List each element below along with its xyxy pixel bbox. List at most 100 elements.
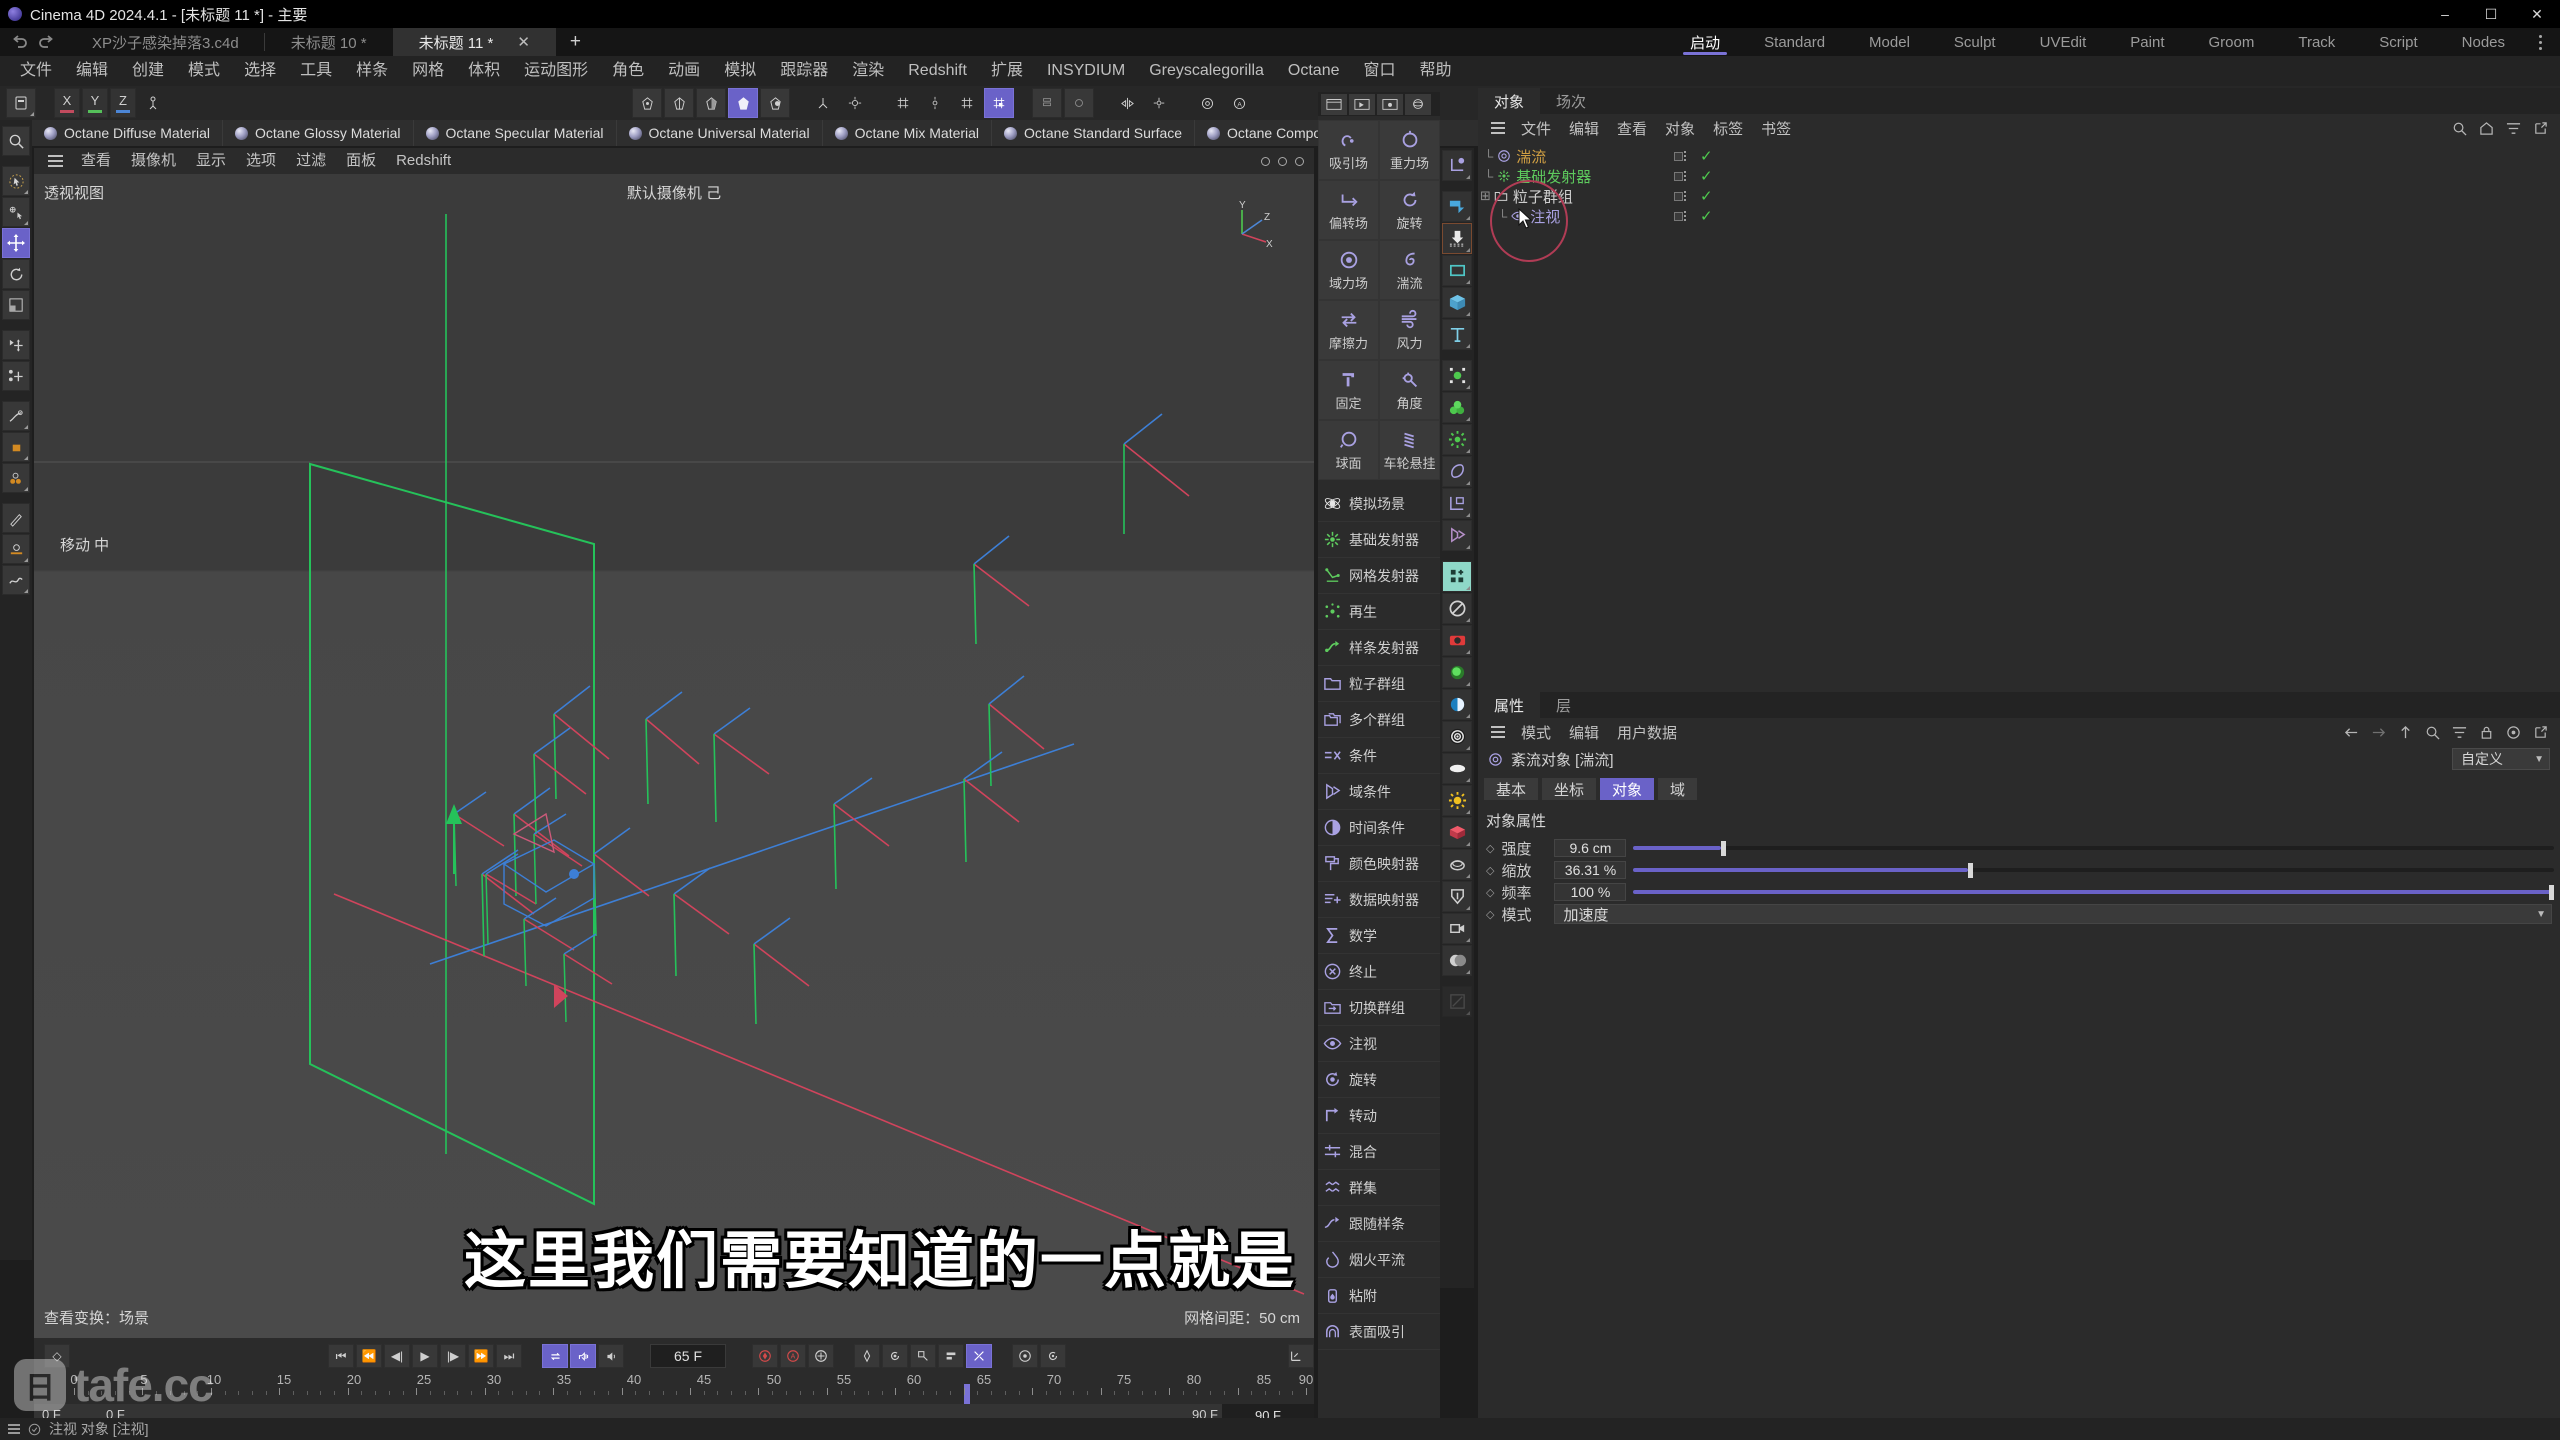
- mograph-cloner-icon[interactable]: [1442, 360, 1472, 391]
- material-chip-standard-surface[interactable]: Octane Standard Surface: [992, 120, 1196, 146]
- viewport-menu-redshift[interactable]: Redshift: [386, 148, 461, 174]
- object-enabled-check[interactable]: ✓: [1700, 147, 1713, 165]
- object-row-look-at[interactable]: └ 注视 ✓: [1478, 206, 2560, 226]
- move-tool-icon[interactable]: [2, 228, 30, 258]
- strength-input[interactable]: 9.6 cm: [1554, 839, 1627, 857]
- layout-tab-model[interactable]: Model: [1847, 28, 1932, 56]
- material-chip-mix[interactable]: Octane Mix Material: [823, 120, 993, 146]
- filter-icon[interactable]: [2452, 725, 2467, 740]
- param-key-button[interactable]: [938, 1344, 964, 1368]
- keyframe-record-diamond-icon[interactable]: ◇: [44, 1344, 70, 1368]
- null-object-icon[interactable]: [1442, 593, 1472, 624]
- xp-item-particle-group[interactable]: 粒子群组: [1318, 666, 1440, 702]
- axis-cube-icon[interactable]: [1442, 488, 1472, 519]
- xp-field-angle[interactable]: 角度: [1379, 360, 1440, 420]
- layout-tab-script[interactable]: Script: [2357, 28, 2439, 56]
- xp-item-color-mapper[interactable]: 颜色映射器: [1318, 846, 1440, 882]
- keyframe-selection-button[interactable]: [808, 1344, 834, 1368]
- pla-key-button[interactable]: [966, 1344, 992, 1368]
- collider-icon[interactable]: [1442, 881, 1472, 912]
- world-axis-move-icon[interactable]: [2, 330, 30, 360]
- layer-toggle-button[interactable]: [1064, 88, 1094, 118]
- xp-item-spline-emitter[interactable]: 样条发射器: [1318, 630, 1440, 666]
- target-icon[interactable]: [2506, 725, 2521, 740]
- parent-child-icon[interactable]: [1442, 150, 1472, 181]
- field-object-icon[interactable]: [1442, 520, 1472, 551]
- xp-field-fixed[interactable]: 固定: [1318, 360, 1379, 420]
- layout-overflow-icon[interactable]: [2527, 28, 2554, 56]
- sculpt-smooth-icon[interactable]: [2, 565, 30, 595]
- xp-item-blend[interactable]: 混合: [1318, 1134, 1440, 1170]
- xp-cache-icon[interactable]: [1349, 93, 1375, 115]
- om-menu-file[interactable]: 文件: [1512, 118, 1560, 139]
- point-level-animation-button[interactable]: [1012, 1344, 1038, 1368]
- menu-simulate[interactable]: 模拟: [712, 56, 768, 86]
- undo-icon[interactable]: [10, 32, 30, 52]
- rotate-tool-icon[interactable]: [2, 259, 30, 289]
- object-axis-move-icon[interactable]: [2, 361, 30, 391]
- prop-tab-basic[interactable]: 基本: [1484, 778, 1539, 800]
- snap-settings-button[interactable]: [920, 88, 950, 118]
- motion-camera-icon[interactable]: [1442, 913, 1472, 944]
- deposit-icon[interactable]: [1442, 223, 1472, 254]
- tree-expander[interactable]: ⊞: [1478, 188, 1491, 204]
- layout-tab-track[interactable]: Track: [2276, 28, 2357, 56]
- polygon-mode-button[interactable]: [696, 88, 726, 118]
- object-row-basic-emitter[interactable]: └ 基础发射器 ✓: [1478, 166, 2560, 186]
- timeline-ruler[interactable]: 0 5 10 15 20 25 30 35 40 45 50 55 60 65 …: [34, 1372, 1314, 1404]
- mograph-effector-icon[interactable]: [1442, 424, 1472, 455]
- menu-insydium[interactable]: INSYDIUM: [1035, 56, 1137, 86]
- layout-tab-groom[interactable]: Groom: [2187, 28, 2277, 56]
- spline-pen-icon[interactable]: [2, 401, 30, 431]
- om-menu-objects[interactable]: 对象: [1656, 118, 1704, 139]
- scale-input[interactable]: 36.31 %: [1554, 861, 1627, 879]
- environment-icon[interactable]: [1442, 721, 1472, 752]
- texture-mode-button[interactable]: [760, 88, 790, 118]
- xp-field-spherical[interactable]: 球面: [1318, 420, 1379, 480]
- quantize-button[interactable]: [984, 88, 1014, 118]
- cube-primitive-icon[interactable]: [2, 432, 30, 462]
- layer-visibility-button[interactable]: [1032, 88, 1062, 118]
- paint-tool-icon[interactable]: [2, 534, 30, 564]
- attr-menu-mode[interactable]: 模式: [1512, 722, 1560, 743]
- loop-playback-button[interactable]: [542, 1344, 568, 1368]
- axis-x-button[interactable]: X: [54, 88, 80, 118]
- object-dots-icon[interactable]: [1684, 191, 1686, 201]
- menu-redshift[interactable]: Redshift: [896, 56, 979, 86]
- document-tab-1[interactable]: 未标题 10 *: [265, 28, 393, 56]
- menu-tools[interactable]: 工具: [288, 56, 344, 86]
- edge-mode-button[interactable]: [664, 88, 694, 118]
- object-row-turbulence[interactable]: └ 湍流 ✓: [1478, 146, 2560, 166]
- boole-icon[interactable]: [1442, 945, 1472, 976]
- menu-spline[interactable]: 样条: [344, 56, 400, 86]
- text-object-icon[interactable]: [1442, 319, 1472, 350]
- record-keyframe-button[interactable]: [752, 1344, 778, 1368]
- new-document-button[interactable]: +: [556, 28, 595, 56]
- popout-icon[interactable]: [2533, 725, 2548, 740]
- object-row-particle-group[interactable]: ⊞ 粒子群组 ✓: [1478, 186, 2560, 206]
- attr-menu-edit[interactable]: 编辑: [1560, 722, 1608, 743]
- xp-item-multi-group[interactable]: 多个群组: [1318, 702, 1440, 738]
- tab-takes[interactable]: 场次: [1540, 88, 1602, 114]
- search-icon[interactable]: [2452, 121, 2467, 136]
- sun-light-icon[interactable]: [1442, 785, 1472, 816]
- material-chip-glossy[interactable]: Octane Glossy Material: [223, 120, 414, 146]
- move-select-tool-icon[interactable]: [2, 197, 30, 227]
- object-mode-button[interactable]: [6, 88, 36, 118]
- object-enabled-check[interactable]: ✓: [1700, 187, 1713, 205]
- point-mode-button[interactable]: [632, 88, 662, 118]
- autokey-button[interactable]: A: [780, 1344, 806, 1368]
- strength-slider[interactable]: [1633, 839, 2554, 857]
- xp-item-change-group[interactable]: 切换群组: [1318, 990, 1440, 1026]
- object-enabled-check[interactable]: ✓: [1700, 207, 1713, 225]
- viewport-solo-icon[interactable]: [1261, 156, 1270, 166]
- xp-item-follow-spline[interactable]: 跟随样条: [1318, 1206, 1440, 1242]
- xp-item-flock[interactable]: 群集: [1318, 1170, 1440, 1206]
- close-button[interactable]: ✕: [2514, 0, 2560, 28]
- object-dots-icon[interactable]: [1684, 151, 1686, 161]
- current-frame-field[interactable]: 65 F: [650, 1344, 726, 1368]
- volume-object-icon[interactable]: [1442, 817, 1472, 848]
- lock-icon[interactable]: [2479, 725, 2494, 740]
- menu-mesh[interactable]: 网格: [400, 56, 456, 86]
- xp-item-field-condition[interactable]: 域条件: [1318, 774, 1440, 810]
